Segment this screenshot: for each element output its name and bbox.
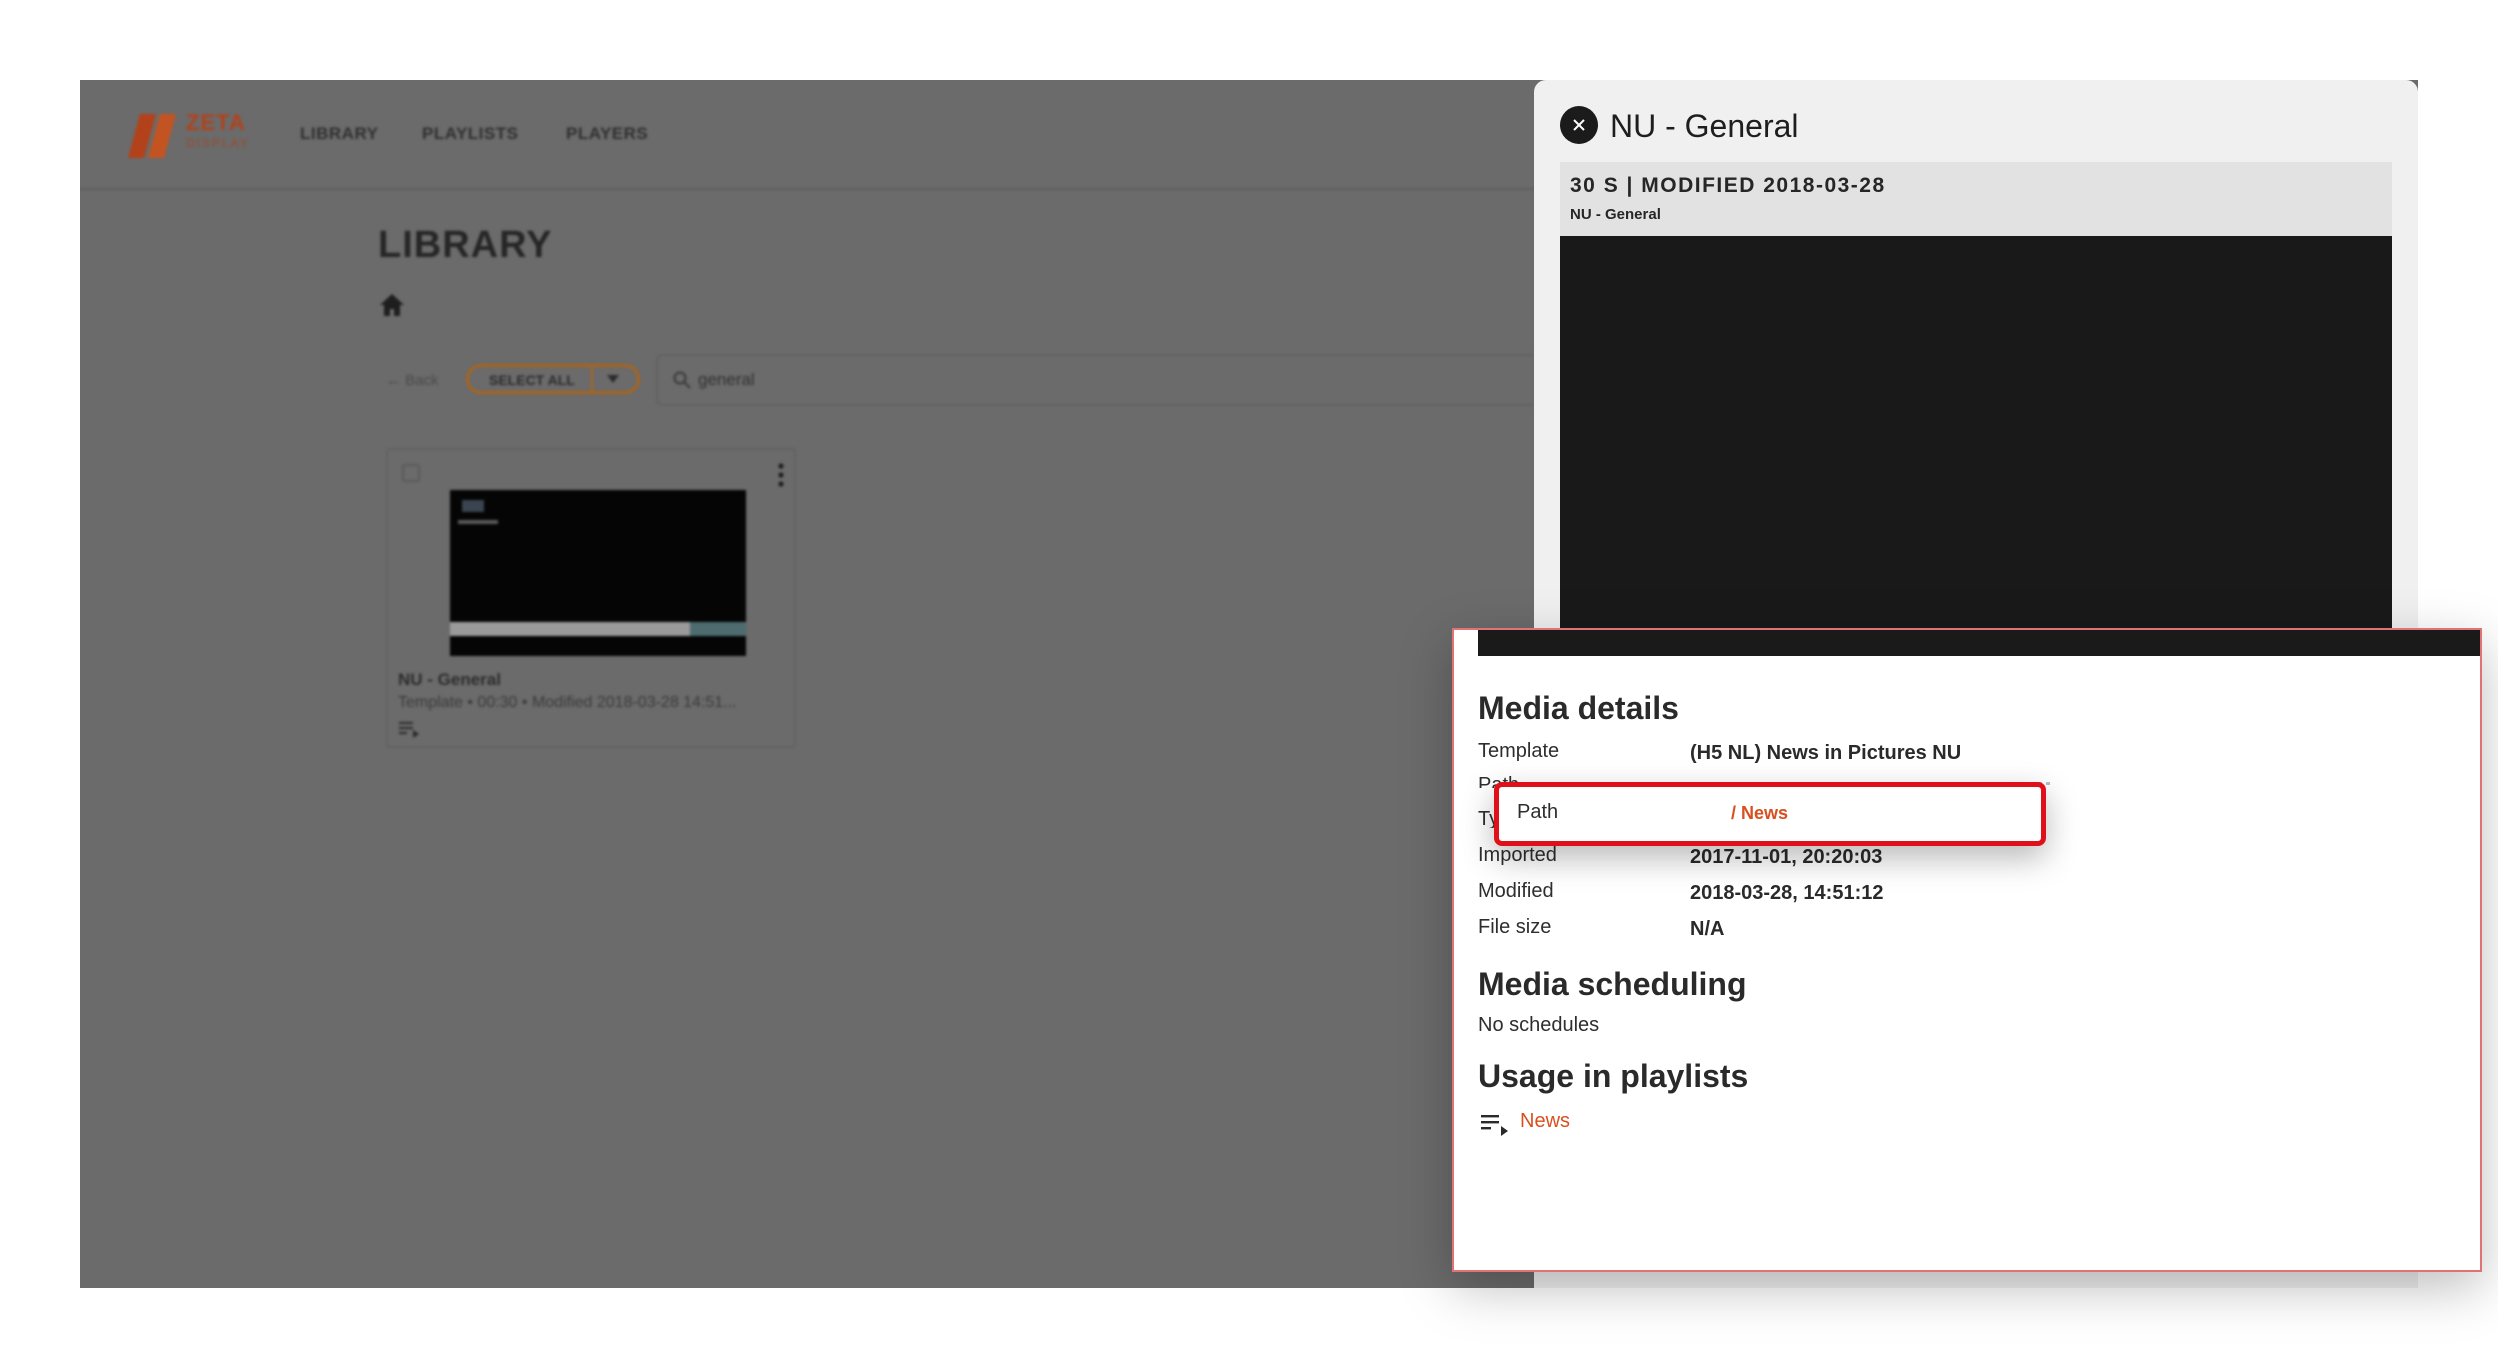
- zeta-logo-icon: [128, 114, 176, 158]
- imported-value: 2017-11-01, 20:20:03: [1690, 846, 1883, 868]
- search-icon: [673, 371, 691, 389]
- logo-subtext: DISPLAY: [186, 136, 250, 150]
- select-all-button[interactable]: SELECT ALL: [466, 364, 640, 394]
- page-title: LIBRARY: [378, 224, 553, 266]
- close-button[interactable]: [1560, 106, 1598, 144]
- search-input[interactable]: general: [656, 354, 1656, 406]
- thumbnail-badge: [462, 500, 484, 512]
- imported-label: Imported: [1478, 844, 1557, 866]
- zeta-logo[interactable]: ZETA DISPLAY: [126, 110, 256, 162]
- usage-in-playlists-heading: Usage in playlists: [1478, 1058, 1749, 1094]
- media-details-heading: Media details: [1478, 690, 1679, 726]
- media-card-checkbox[interactable]: [402, 464, 420, 482]
- thumbnail-ticker-accent: [690, 622, 746, 636]
- media-card-meta: Template • 00:30 • Modified 2018-03-28 1…: [398, 694, 737, 711]
- media-card-title: NU - General: [398, 670, 501, 689]
- kebab-menu-icon[interactable]: [778, 462, 784, 488]
- back-arrow-icon: ←: [386, 372, 401, 389]
- media-card[interactable]: NU - General Template • 00:30 • Modified…: [386, 448, 796, 748]
- select-all-label: SELECT ALL: [489, 372, 575, 388]
- modified-label: Modified: [1478, 880, 1554, 902]
- filesize-value: N/A: [1690, 918, 1725, 940]
- chevron-down-icon[interactable]: [607, 375, 619, 383]
- preview-subtitle: NU - General: [1570, 206, 1661, 223]
- template-value: (H5 NL) News in Pictures NU: [1690, 742, 1962, 764]
- thumbnail-line: [458, 520, 498, 524]
- panel-title: NU - General: [1610, 108, 1799, 144]
- preview-meta: 30 S | MODIFIED 2018-03-28: [1570, 174, 1886, 197]
- template-label: Template: [1478, 740, 1560, 762]
- back-button[interactable]: ← Back: [386, 372, 439, 389]
- media-thumbnail[interactable]: [450, 490, 746, 656]
- search-value: general: [698, 370, 755, 389]
- path-value-link[interactable]: / News: [1731, 803, 1788, 824]
- path-highlight: Path / News: [1494, 782, 2046, 846]
- playlist-link-news[interactable]: News: [1520, 1110, 1570, 1133]
- media-details-callout: Media details Template (H5 NL) News in P…: [1452, 628, 2482, 1272]
- path-label: Path: [1517, 801, 1559, 823]
- home-icon[interactable]: [378, 292, 406, 318]
- nav-library[interactable]: LIBRARY: [300, 124, 378, 144]
- select-all-divider: [591, 367, 593, 391]
- media-scheduling-heading: Media scheduling: [1478, 966, 1747, 1002]
- nav-playlists[interactable]: PLAYLISTS: [422, 124, 518, 144]
- no-schedules-text: No schedules: [1478, 1014, 1600, 1036]
- close-icon: [1573, 119, 1585, 131]
- filesize-label: File size: [1478, 916, 1552, 938]
- back-label: Back: [405, 372, 439, 389]
- preview-video-edge: [1478, 630, 2480, 656]
- modified-value: 2018-03-28, 14:51:12: [1690, 882, 1884, 904]
- playlist-icon: [399, 722, 419, 738]
- playlist-icon: [1481, 1115, 1508, 1136]
- logo-text: ZETA: [186, 110, 246, 135]
- nav-players[interactable]: PLAYERS: [566, 124, 648, 144]
